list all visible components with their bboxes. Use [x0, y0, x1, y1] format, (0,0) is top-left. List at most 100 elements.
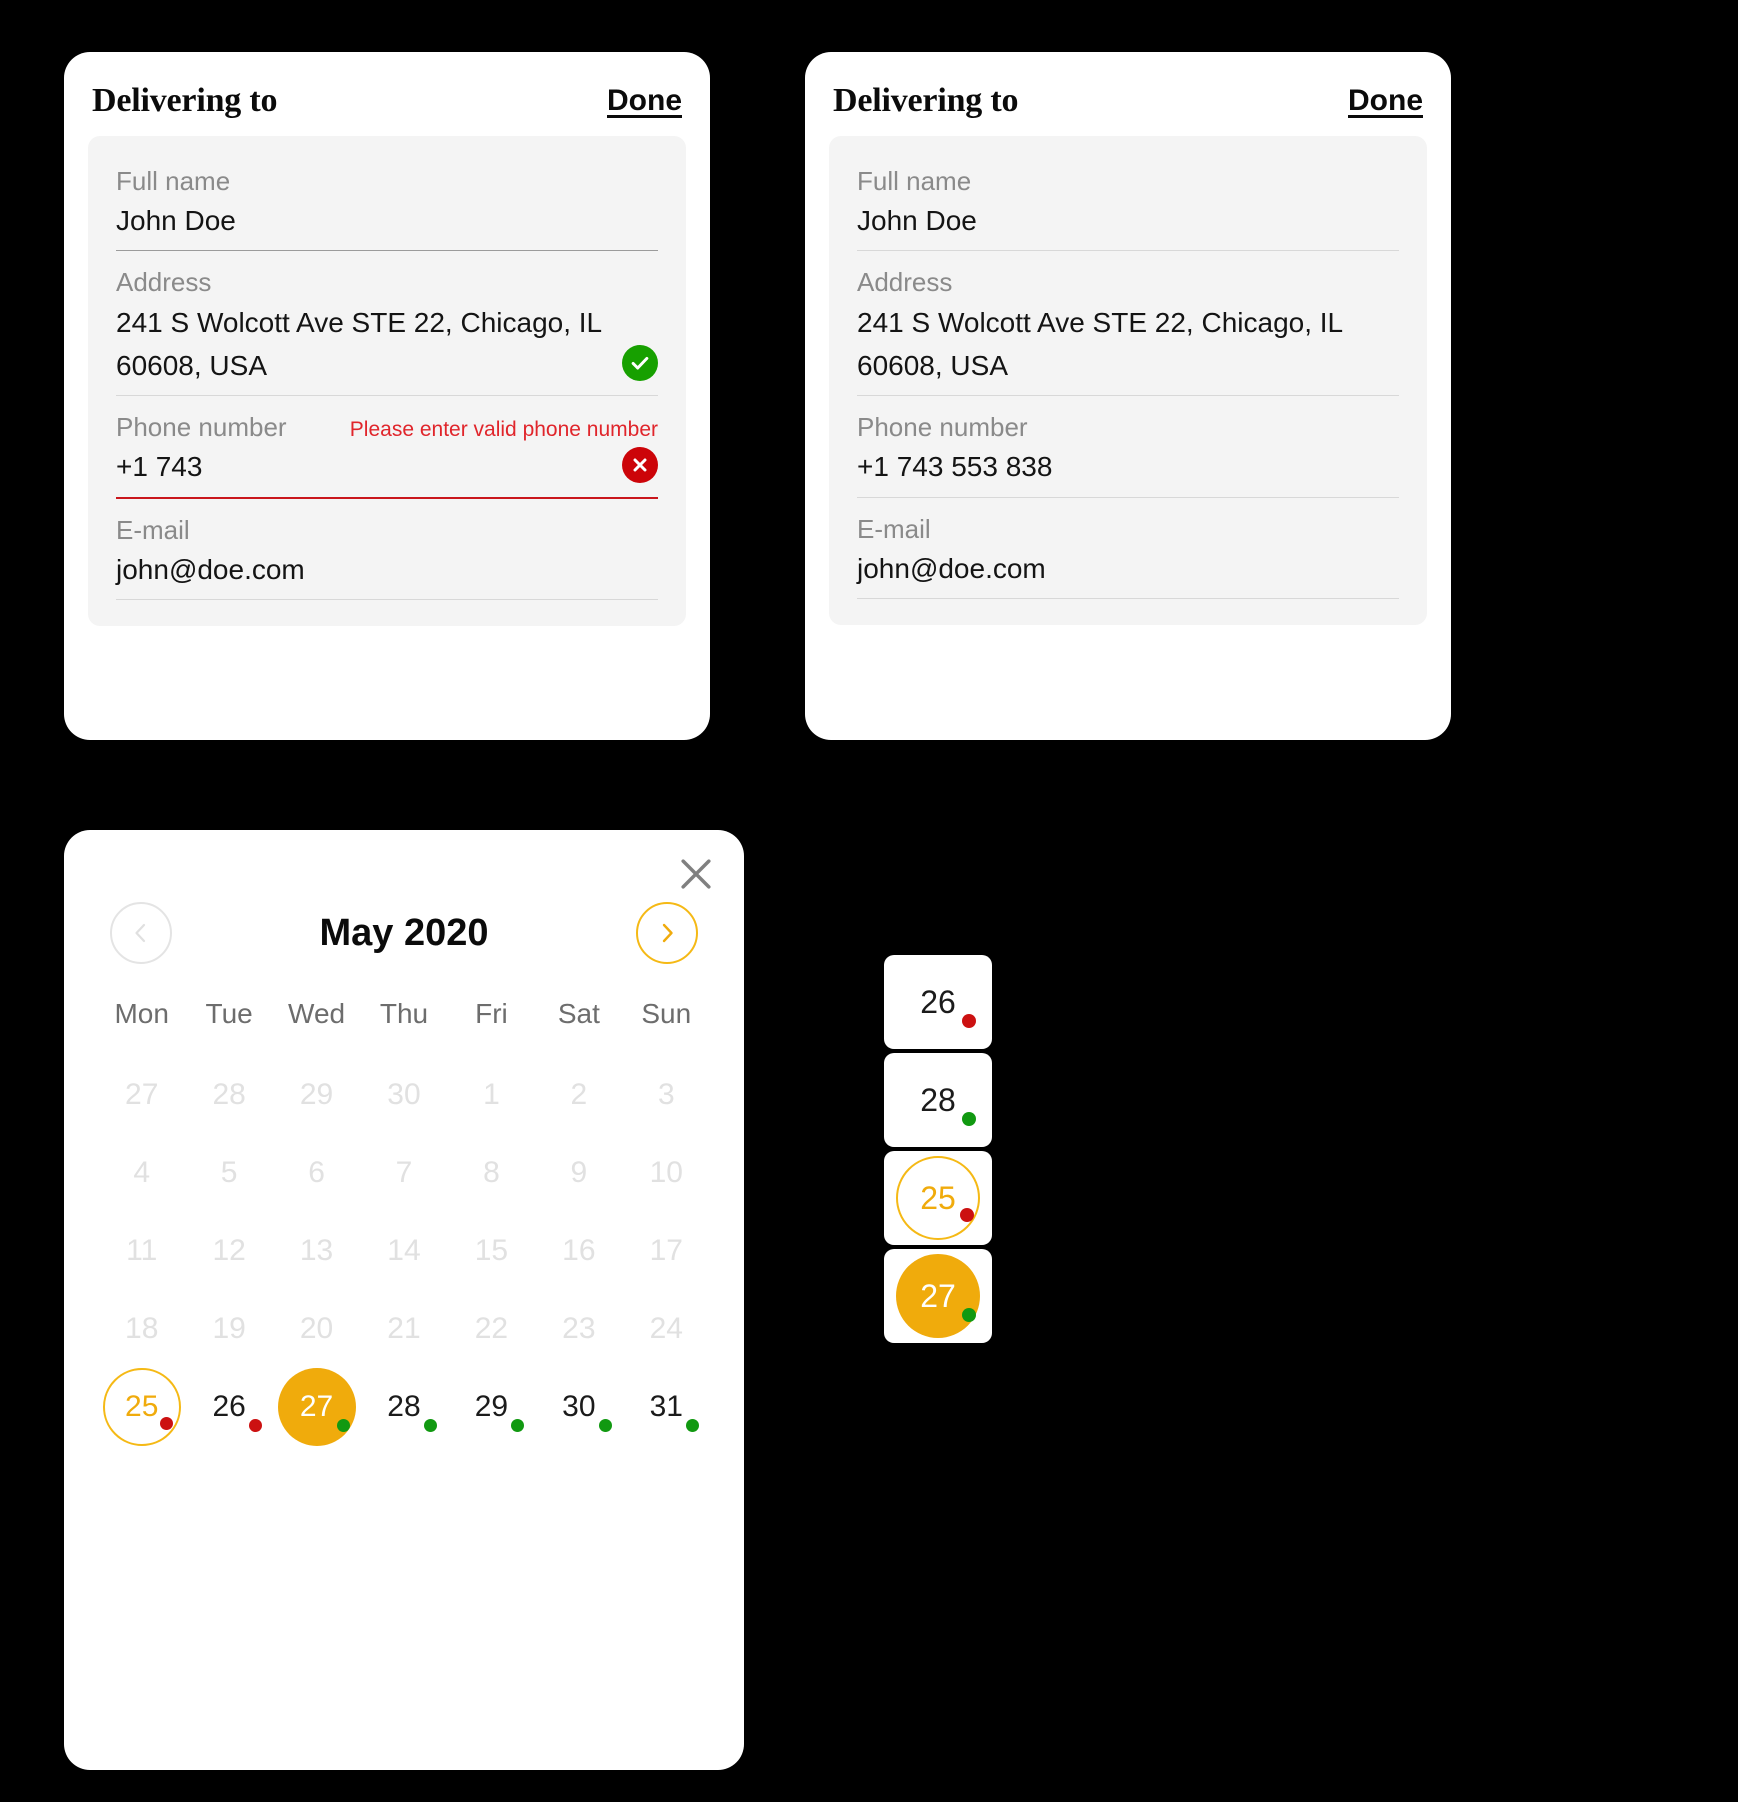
calendar-day-number: 23: [562, 1312, 596, 1345]
calendar-day[interactable]: 27: [277, 1368, 356, 1446]
calendar-day[interactable]: 27: [896, 1254, 980, 1338]
calendar-day[interactable]: 26: [190, 1368, 268, 1446]
form-header-valid: Delivering to Done: [829, 78, 1427, 136]
calendar-day: 2: [540, 1056, 618, 1134]
field-full-name: Full name John Doe: [116, 158, 658, 252]
calendar-day[interactable]: 28: [365, 1368, 443, 1446]
email-input[interactable]: john@doe.com: [116, 548, 658, 591]
calendar-day-number: 12: [212, 1234, 246, 1267]
next-month-button[interactable]: [635, 902, 698, 964]
availability-dot-green: [686, 1419, 700, 1432]
calendar-day[interactable]: 30: [540, 1368, 618, 1446]
email-value-row[interactable]: john@doe.com: [857, 547, 1399, 590]
calendar-day[interactable]: 25: [896, 1156, 980, 1240]
full-name-input[interactable]: John Doe: [857, 199, 1399, 242]
phone-value-row[interactable]: +1 743: [116, 445, 658, 488]
email-value-row[interactable]: john@doe.com: [116, 548, 658, 591]
calendar-day: 14: [365, 1212, 443, 1290]
calendar-day[interactable]: 31: [627, 1368, 705, 1446]
field-address: Address 241 S Wolcott Ave STE 22, Chicag…: [857, 251, 1399, 397]
calendar-day[interactable]: 28: [896, 1058, 980, 1142]
calendar-day[interactable]: 29: [452, 1368, 530, 1446]
calendar-day-number: 22: [474, 1312, 509, 1345]
delivery-form-card-valid: Delivering to Done Full name John Doe Ad…: [775, 22, 1481, 770]
calendar-day: 6: [278, 1134, 356, 1212]
field-email: E-mail john@doe.com: [116, 499, 658, 601]
field-phone: Phone number +1 743 553 838: [857, 396, 1399, 498]
calendar-day-number: 24: [649, 1312, 683, 1345]
form-surface-valid: Delivering to Done Full name John Doe Ad…: [805, 52, 1451, 740]
close-icon[interactable]: [674, 852, 718, 896]
calendar-day-number: 26: [920, 983, 956, 1020]
full-name-value-row[interactable]: John Doe: [857, 199, 1399, 242]
email-underline: [857, 598, 1399, 600]
calendar-day-number: 15: [474, 1234, 509, 1267]
availability-dot-green: [511, 1419, 525, 1432]
calendar-day-number: 2: [570, 1078, 588, 1111]
address-label: Address: [116, 267, 212, 298]
calendar-day-number: 26: [212, 1390, 246, 1423]
calendar-weekday: Fri: [475, 998, 508, 1029]
calendar-weekday: Sun: [641, 998, 692, 1029]
form-header: Delivering to Done: [88, 78, 686, 136]
form-fields-group: Full name John Doe Address 241 S Wolcott…: [88, 136, 686, 627]
calendar-day: 9: [540, 1134, 618, 1212]
calendar-day: 28: [190, 1056, 268, 1134]
calendar-day: 17: [627, 1212, 705, 1290]
calendar-day[interactable]: 25: [102, 1368, 181, 1446]
done-button[interactable]: Done: [607, 84, 682, 116]
calendar-day-number: 20: [299, 1312, 334, 1345]
calendar-day: 20: [278, 1290, 356, 1368]
calendar-day-number: 10: [649, 1156, 683, 1189]
calendar-day-number: 29: [299, 1078, 334, 1111]
day-state-chip: 26: [884, 955, 992, 1049]
delivery-form-card-invalid: Delivering to Done Full name John Doe Ad…: [34, 22, 740, 770]
calendar-week-row: 4 5 6 7 8 9 10: [98, 1134, 710, 1212]
page-title: Delivering to: [92, 82, 278, 119]
address-input[interactable]: 241 S Wolcott Ave STE 22, Chicago, IL 60…: [857, 301, 1399, 388]
phone-input[interactable]: +1 743: [116, 445, 606, 488]
done-button[interactable]: Done: [1348, 84, 1423, 116]
email-label: E-mail: [857, 513, 931, 544]
email-input[interactable]: john@doe.com: [857, 547, 1399, 590]
calendar-day[interactable]: 26: [896, 960, 980, 1044]
full-name-input[interactable]: John Doe: [116, 199, 658, 242]
calendar-day: 5: [190, 1134, 268, 1212]
prev-month-button[interactable]: [110, 902, 172, 964]
calendar-day: 11: [103, 1212, 181, 1290]
calendar-day: 15: [452, 1212, 530, 1290]
phone-value-row[interactable]: +1 743 553 838: [857, 445, 1399, 488]
phone-input[interactable]: +1 743 553 838: [857, 445, 1399, 488]
calendar-day-number: 25: [125, 1390, 159, 1423]
calendar-day-number: 3: [657, 1078, 675, 1111]
page-title: Delivering to: [833, 82, 1019, 119]
calendar-day-number: 27: [125, 1078, 159, 1111]
calendar-day: 8: [452, 1134, 530, 1212]
calendar-weekday: Tue: [205, 998, 253, 1029]
calendar-day: 29: [278, 1056, 356, 1134]
address-input[interactable]: 241 S Wolcott Ave STE 22, Chicago, IL 60…: [116, 301, 606, 388]
calendar-day-number: 17: [649, 1234, 683, 1267]
address-label: Address: [857, 267, 953, 298]
availability-dot-green: [962, 1308, 976, 1322]
field-full-name-header: Full name: [857, 164, 1399, 199]
calendar-day-number: 29: [474, 1390, 509, 1423]
availability-dot-green: [336, 1419, 350, 1432]
day-state-chip: 27: [884, 1249, 992, 1343]
calendar-day-number: 16: [562, 1234, 596, 1267]
calendar-day-number: 14: [387, 1234, 421, 1267]
address-value-row[interactable]: 241 S Wolcott Ave STE 22, Chicago, IL 60…: [116, 301, 658, 388]
field-address: Address 241 S Wolcott Ave STE 22, Chicag…: [116, 251, 658, 397]
calendar-day-number: 8: [483, 1156, 500, 1189]
address-value-row[interactable]: 241 S Wolcott Ave STE 22, Chicago, IL 60…: [857, 301, 1399, 388]
field-email-header: E-mail: [116, 513, 658, 548]
calendar-day-number: 25: [920, 1179, 956, 1216]
full-name-value-row[interactable]: John Doe: [116, 199, 658, 242]
calendar-day-number: 9: [570, 1156, 588, 1189]
calendar-day: 10: [627, 1134, 705, 1212]
calendar-day-number: 21: [387, 1312, 421, 1345]
calendar-day-number: 13: [299, 1234, 334, 1267]
calendar-month-label: May 2020: [319, 911, 489, 954]
calendar-day: 7: [365, 1134, 443, 1212]
calendar-day-number: 6: [308, 1156, 325, 1189]
